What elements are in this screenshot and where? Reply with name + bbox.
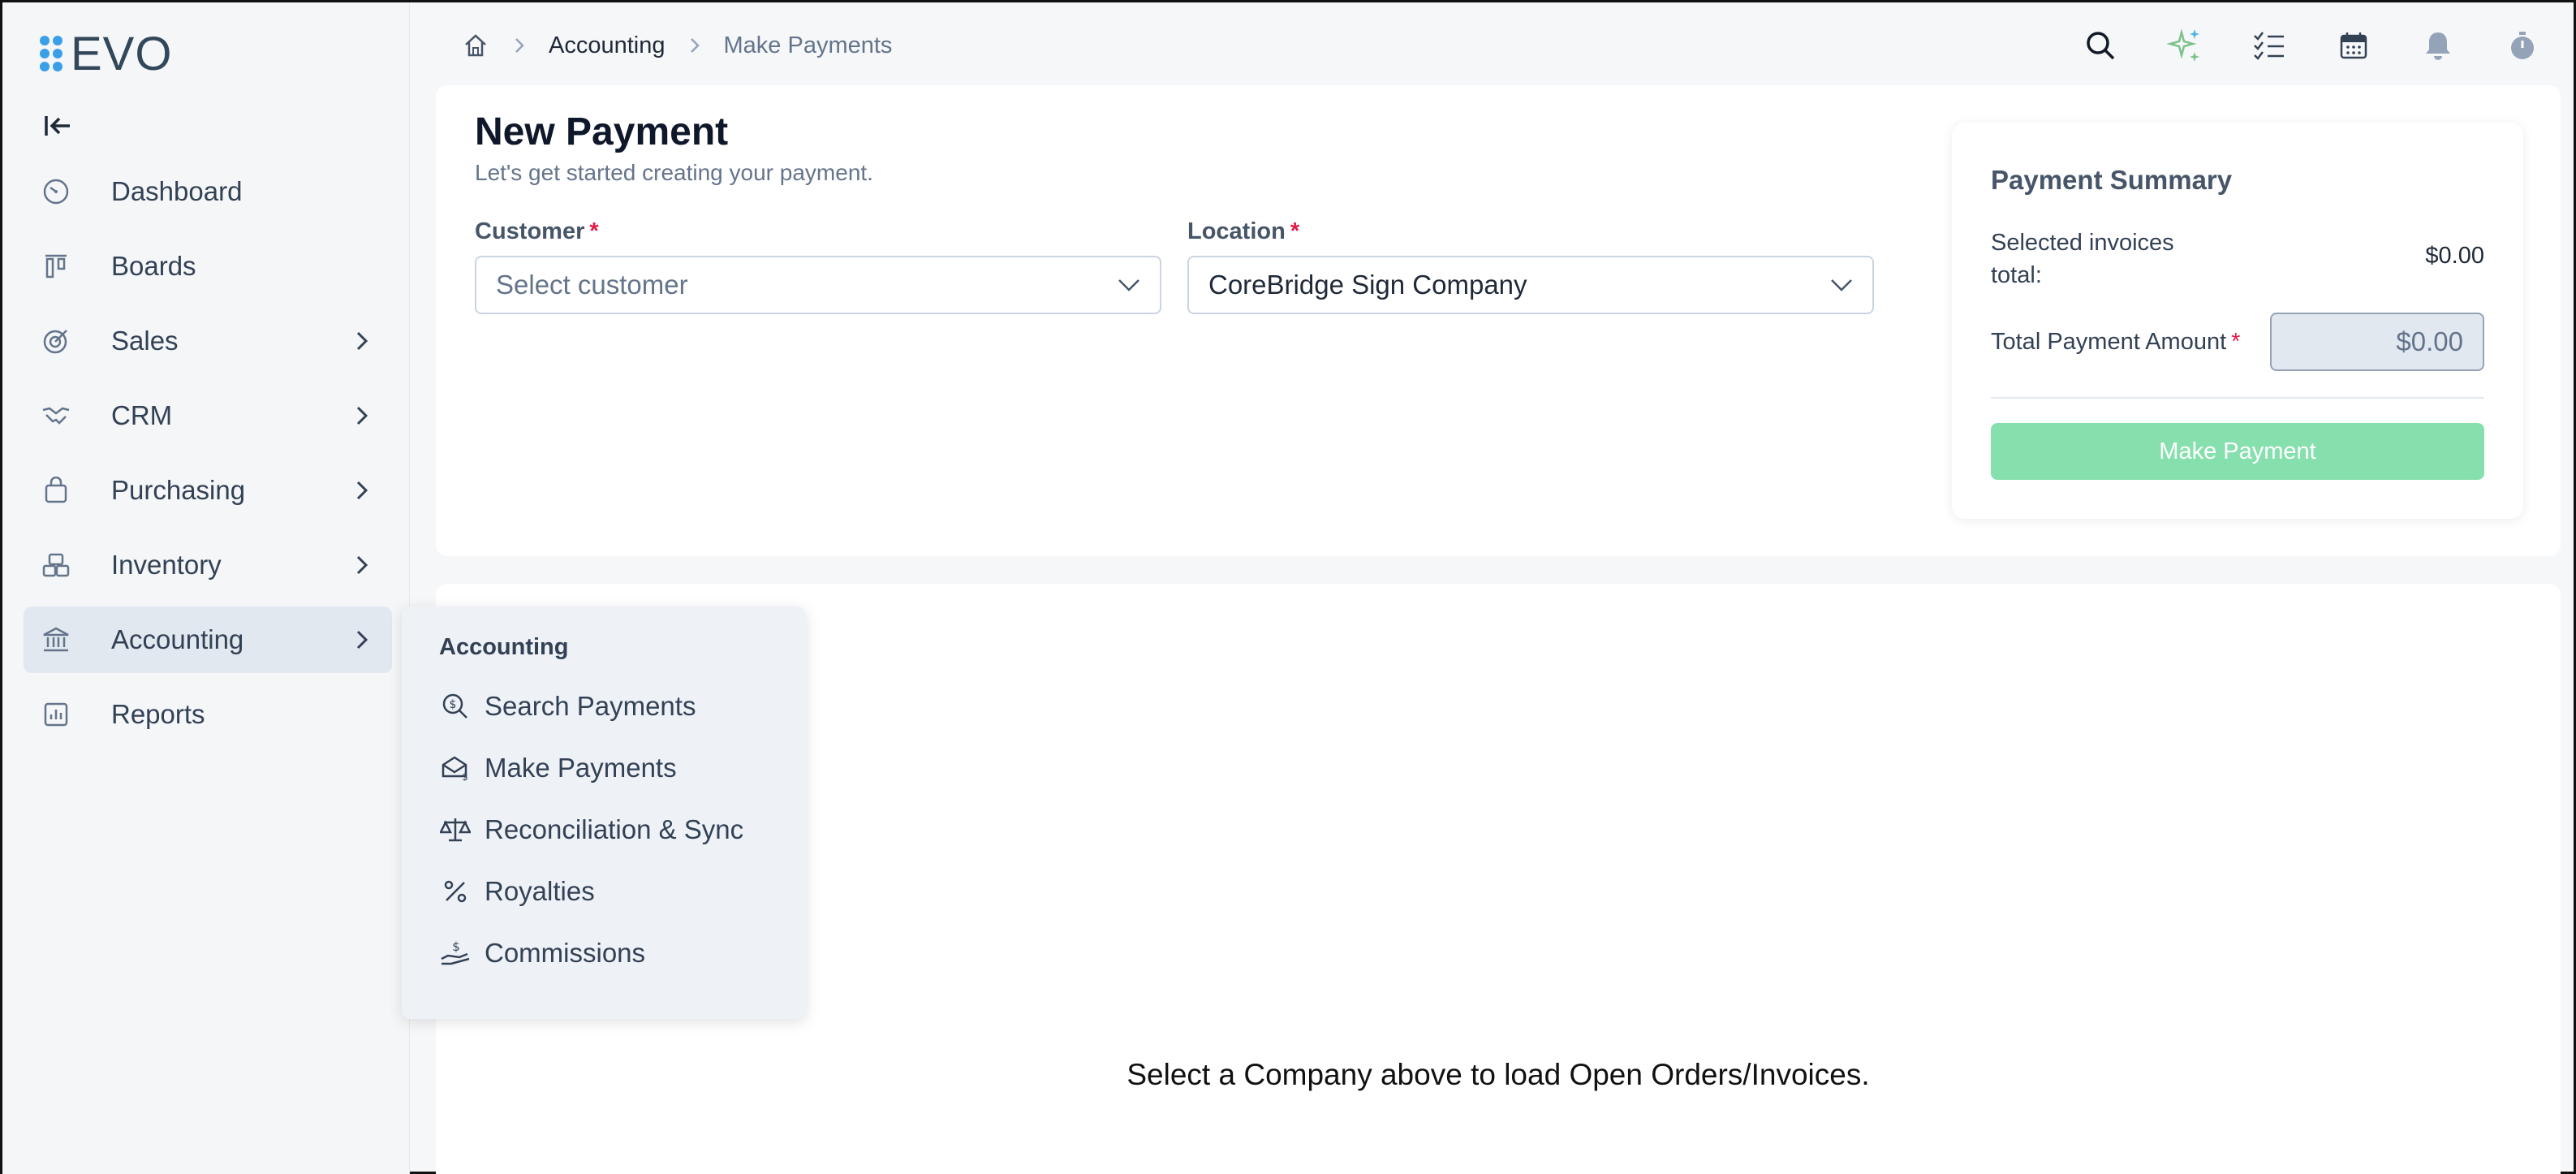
total-payment-amount-input[interactable]: $0.00 [2270,313,2484,371]
sidebar-item-crm[interactable]: CRM [24,382,392,449]
breadcrumb: Accounting Make Payments [461,27,892,64]
sidebar-item-boards[interactable]: Boards [24,233,392,300]
chevron-right-icon [348,327,376,355]
total-payment-amount-label: Total Payment Amount * [1991,329,2241,355]
flyout-title: Accounting [439,634,569,660]
menu-item-reconciliation-sync[interactable]: Reconciliation & Sync [439,799,806,861]
chart-icon [40,698,72,731]
breadcrumb-current: Make Payments [723,32,893,58]
menu-item-label: Commissions [485,938,646,968]
app-logo[interactable]: EVO [40,30,173,79]
required-marker: * [1290,218,1300,244]
selected-invoices-total: $0.00 [2425,243,2484,269]
sidebar: EVO Dashboard Boards Sales CRM Purchasin… [2,2,410,1174]
empty-state-message: Select a Company above to load Open Orde… [1126,1058,1870,1091]
page-subtitle: Let's get started creating your payment. [475,160,873,185]
location-select[interactable]: CoreBridge Sign Company [1187,256,1874,314]
summary-title: Payment Summary [1991,165,2233,195]
chevron-right-icon [348,402,376,429]
location-select-value: CoreBridge Sign Company [1208,270,1527,300]
logo-mark-icon [40,32,67,76]
top-bar: Accounting Make Payments [411,2,2574,87]
checklist-icon[interactable] [2247,24,2291,67]
bank-icon [40,624,72,656]
chevron-down-icon [1113,269,1145,301]
menu-item-label: Royalties [485,876,595,906]
top-icon-bar [2038,24,2544,67]
chevron-right-icon [348,626,376,654]
sidebar-item-accounting[interactable]: Accounting [24,606,392,673]
sidebar-item-label: Boards [111,251,196,281]
customer-select[interactable]: Select customer [475,256,1161,314]
chevron-right-icon [683,34,706,57]
envelope-dollar-icon: $ [439,752,472,784]
sidebar-item-label: Reports [111,699,205,729]
sidebar-item-label: Sales [111,326,179,356]
menu-item-make-payments[interactable]: $ Make Payments [439,737,806,799]
svg-text:$: $ [452,939,460,954]
page-title: New Payment [475,110,729,153]
required-marker: * [2231,329,2241,355]
breadcrumb-accounting[interactable]: Accounting [549,32,666,59]
sidebar-item-inventory[interactable]: Inventory [24,532,392,598]
home-icon[interactable] [461,31,490,60]
chevron-right-icon [508,34,531,57]
sales-icon [40,325,72,357]
accounting-flyout-menu: Accounting $ Search Payments $ Make Paym… [402,606,806,1019]
sidebar-item-label: Purchasing [111,475,246,505]
hand-coin-icon: $ [439,937,472,969]
svg-text:$: $ [450,698,457,711]
required-marker: * [589,218,599,244]
scale-icon [439,814,472,846]
collapse-sidebar-button[interactable] [41,111,74,140]
dashboard-icon [40,175,72,208]
make-payment-button[interactable]: Make Payment [1991,423,2484,480]
sidebar-item-label: Dashboard [111,176,243,206]
sidebar-item-reports[interactable]: Reports [24,681,392,748]
menu-item-label: Reconciliation & Sync [485,814,744,844]
menu-item-commissions[interactable]: $ Commissions [439,922,806,984]
sidebar-item-dashboard[interactable]: Dashboard [24,158,392,225]
stopwatch-icon[interactable] [2501,24,2544,67]
payment-summary-card: Payment Summary Selected invoices total:… [1952,123,2523,519]
sidebar-item-label: Accounting [111,624,244,654]
location-label: Location * [1187,218,1300,244]
chevron-right-icon [348,477,376,504]
sidebar-item-label: CRM [111,400,173,430]
search-dollar-icon: $ [439,690,472,723]
selected-invoices-label: Selected invoices total: [1991,230,2174,288]
svg-text:$: $ [462,771,468,781]
sidebar-item-purchasing[interactable]: Purchasing [24,457,392,524]
chevron-down-icon [1825,269,1858,301]
boards-icon [40,250,72,283]
menu-item-royalties[interactable]: Royalties [439,861,806,922]
percent-icon [439,875,472,908]
menu-item-label: Search Payments [485,691,696,721]
menu-item-search-payments[interactable]: $ Search Payments [439,675,806,737]
sidebar-item-label: Inventory [111,550,222,580]
logo-text: EVO [71,28,173,80]
bell-icon[interactable] [2416,24,2460,67]
calendar-icon[interactable] [2332,24,2376,67]
handshake-icon [40,399,72,432]
customer-select-placeholder: Select customer [496,270,688,300]
search-icon[interactable] [2078,24,2122,67]
boxes-icon [40,549,72,581]
sparkle-icon[interactable] [2163,24,2207,67]
sidebar-item-sales[interactable]: Sales [24,308,392,374]
sidebar-nav: Dashboard Boards Sales CRM Purchasing In… [24,158,392,756]
customer-label: Customer * [475,218,599,244]
bag-icon [40,474,72,507]
collapse-left-icon [45,116,70,136]
chevron-right-icon [348,551,376,579]
menu-item-label: Make Payments [485,753,677,783]
summary-divider [1991,397,2484,399]
